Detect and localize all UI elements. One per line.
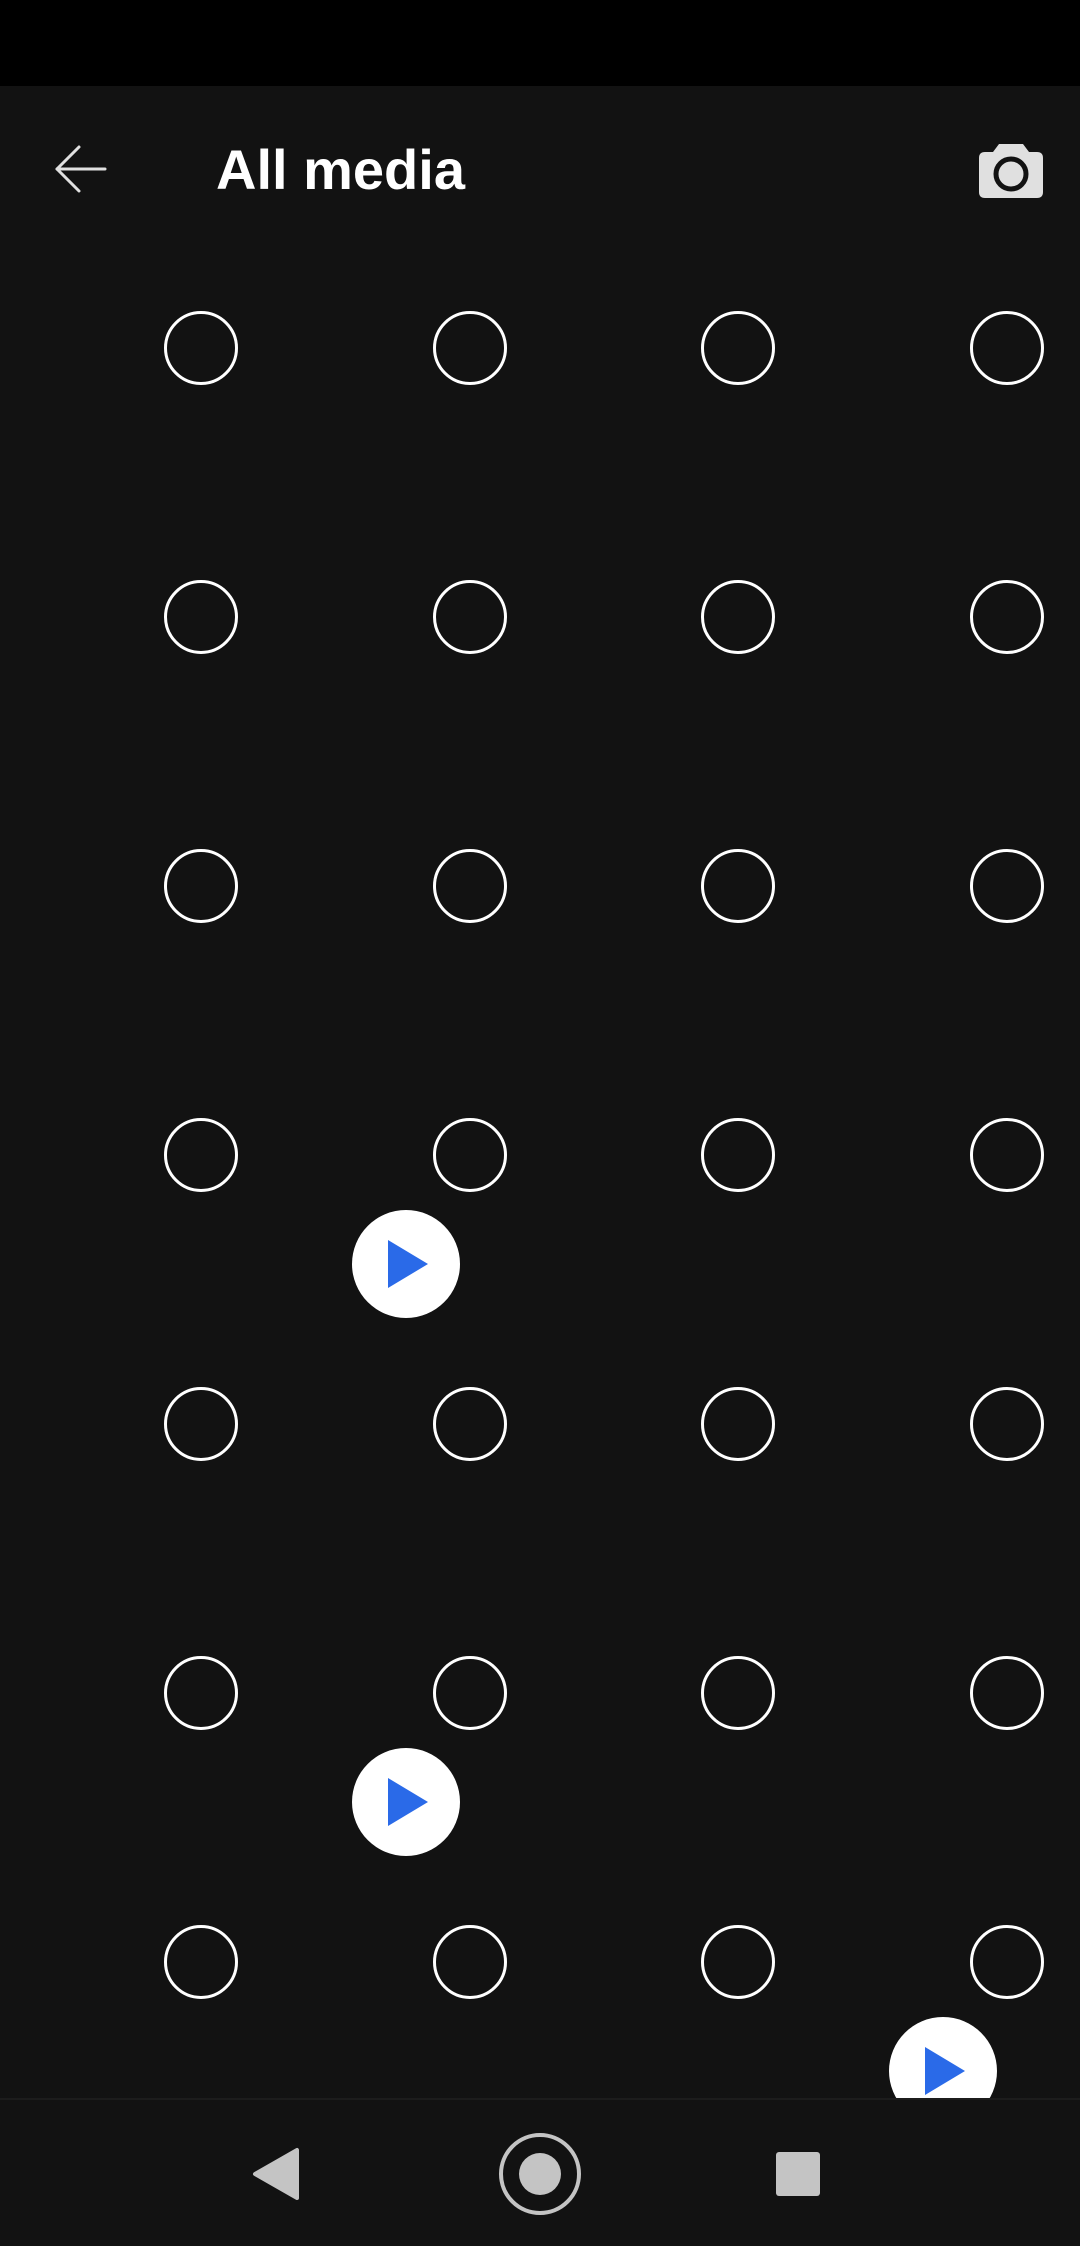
select-circle[interactable] bbox=[432, 849, 507, 923]
select-circle[interactable] bbox=[969, 1656, 1044, 1730]
select-circle[interactable] bbox=[701, 1118, 776, 1192]
select-circle[interactable] bbox=[164, 1387, 238, 1461]
triangle-back-icon bbox=[253, 2148, 299, 2200]
nav-recents-button[interactable] bbox=[750, 2126, 846, 2222]
play-icon bbox=[924, 2047, 965, 2095]
square-recents-icon bbox=[776, 2152, 820, 2196]
select-circle[interactable] bbox=[969, 849, 1044, 923]
play-icon bbox=[387, 1778, 428, 1826]
media-grid bbox=[0, 0, 1080, 2125]
select-circle[interactable] bbox=[164, 311, 238, 385]
play-icon bbox=[387, 1240, 428, 1288]
play-button[interactable] bbox=[351, 1210, 460, 1318]
select-circle[interactable] bbox=[432, 580, 507, 654]
select-circle[interactable] bbox=[164, 849, 238, 923]
nav-home-button[interactable] bbox=[492, 2126, 588, 2222]
nav-back-button[interactable] bbox=[228, 2126, 324, 2222]
select-circle[interactable] bbox=[969, 1118, 1044, 1192]
select-circle[interactable] bbox=[969, 311, 1044, 385]
select-circle[interactable] bbox=[432, 1656, 507, 1730]
select-circle[interactable] bbox=[701, 1925, 776, 1999]
select-circle[interactable] bbox=[432, 311, 507, 385]
select-circle[interactable] bbox=[701, 580, 776, 654]
select-circle[interactable] bbox=[164, 1118, 238, 1192]
home-circle-icon bbox=[499, 2133, 581, 2215]
select-circle[interactable] bbox=[701, 1387, 776, 1461]
select-circle[interactable] bbox=[164, 1656, 238, 1730]
select-circle[interactable] bbox=[701, 311, 776, 385]
select-circle[interactable] bbox=[701, 1656, 776, 1730]
play-button[interactable] bbox=[351, 1748, 460, 1856]
select-circle[interactable] bbox=[969, 1387, 1044, 1461]
select-circle[interactable] bbox=[969, 580, 1044, 654]
select-circle[interactable] bbox=[969, 1925, 1044, 1999]
select-circle[interactable] bbox=[164, 580, 238, 654]
select-circle[interactable] bbox=[432, 1118, 507, 1192]
select-circle[interactable] bbox=[701, 849, 776, 923]
select-circle[interactable] bbox=[432, 1925, 507, 1999]
select-circle[interactable] bbox=[164, 1925, 238, 1999]
select-circle[interactable] bbox=[432, 1387, 507, 1461]
